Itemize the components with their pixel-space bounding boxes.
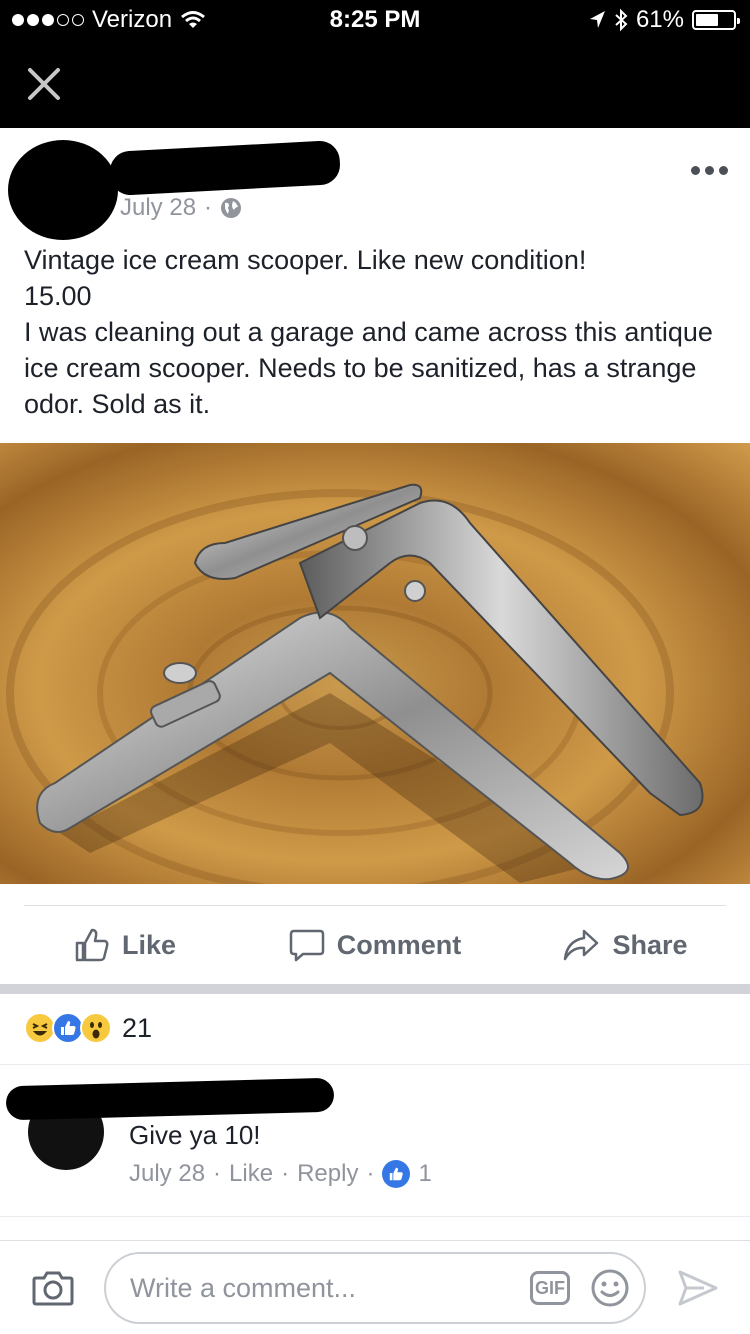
post-date[interactable]: July 28 <box>120 194 196 222</box>
meta-separator: · <box>281 1160 290 1187</box>
share-button[interactable]: Share <box>500 906 750 984</box>
comment-meta: July 28 · Like · Reply · 1 <box>129 1160 432 1188</box>
more-dot-icon <box>705 166 714 175</box>
post-action-bar: Like Comment Share <box>0 906 750 984</box>
globe-icon <box>221 198 242 218</box>
meta-separator: · <box>213 1160 222 1187</box>
comment-label: Comment <box>336 929 462 960</box>
divider <box>0 1064 750 1065</box>
comment-reply-link[interactable]: Reply <box>297 1160 358 1188</box>
thumbs-up-icon <box>75 928 109 962</box>
emoji-button[interactable] <box>590 1268 630 1313</box>
send-button[interactable] <box>676 1268 718 1313</box>
post-text-line: Vintage ice cream scooper. Like new cond… <box>24 245 587 275</box>
comment-like-badge-icon[interactable] <box>382 1160 411 1188</box>
divider <box>0 1216 750 1217</box>
camera-icon <box>32 1271 74 1306</box>
commenter-name-redacted[interactable] <box>5 1077 335 1121</box>
like-button[interactable]: Like <box>0 906 250 984</box>
divider <box>0 1240 750 1241</box>
share-arrow-icon <box>564 929 599 961</box>
comment-body: Give ya 10! <box>129 1120 261 1150</box>
wow-reaction-icon <box>80 1012 112 1044</box>
viewer-header <box>0 40 750 128</box>
location-arrow-icon <box>589 11 605 28</box>
more-dot-icon <box>719 166 728 175</box>
author-avatar-redacted[interactable] <box>8 140 118 240</box>
more-dot-icon <box>691 166 700 175</box>
post-header: July 28 · <box>0 128 750 240</box>
reaction-count: 21 <box>122 1012 153 1043</box>
comment-like-count: 1 <box>418 1160 432 1187</box>
battery-icon <box>692 10 740 30</box>
meta-separator: · <box>204 194 213 221</box>
comment-button[interactable]: Comment <box>250 906 500 984</box>
section-separator <box>0 984 750 994</box>
like-label: Like <box>121 929 177 960</box>
post-photo[interactable] <box>0 443 750 884</box>
close-button[interactable] <box>24 64 64 104</box>
battery-percent: 61% <box>635 6 684 33</box>
reactions-summary[interactable]: 21 <box>24 1012 152 1044</box>
post-text-line: 15.00 <box>24 281 92 311</box>
gif-button[interactable]: GIF <box>530 1271 570 1305</box>
status-bar: Verizon 8:25 PM 61% <box>0 0 750 40</box>
smiley-icon <box>591 1269 629 1307</box>
author-name-redacted[interactable] <box>109 140 341 196</box>
meta-separator: · <box>366 1160 375 1187</box>
comment-like-link[interactable]: Like <box>229 1160 273 1188</box>
speculum-photo-image <box>0 443 750 884</box>
close-icon <box>28 68 60 100</box>
status-right: 61% <box>588 6 740 34</box>
post-text-line: I was cleaning out a garage and came acr… <box>24 317 713 419</box>
share-label: Share <box>612 929 688 960</box>
comment-date: July 28 <box>129 1160 206 1187</box>
post-meta: July 28 · <box>120 194 242 222</box>
send-arrow-icon <box>678 1270 718 1306</box>
camera-button[interactable] <box>32 1270 74 1311</box>
bluetooth-icon <box>615 8 628 32</box>
comment-bubble-icon <box>289 929 324 962</box>
more-options-button[interactable] <box>691 166 728 175</box>
post-text: Vintage ice cream scooper. Like new cond… <box>24 242 734 422</box>
